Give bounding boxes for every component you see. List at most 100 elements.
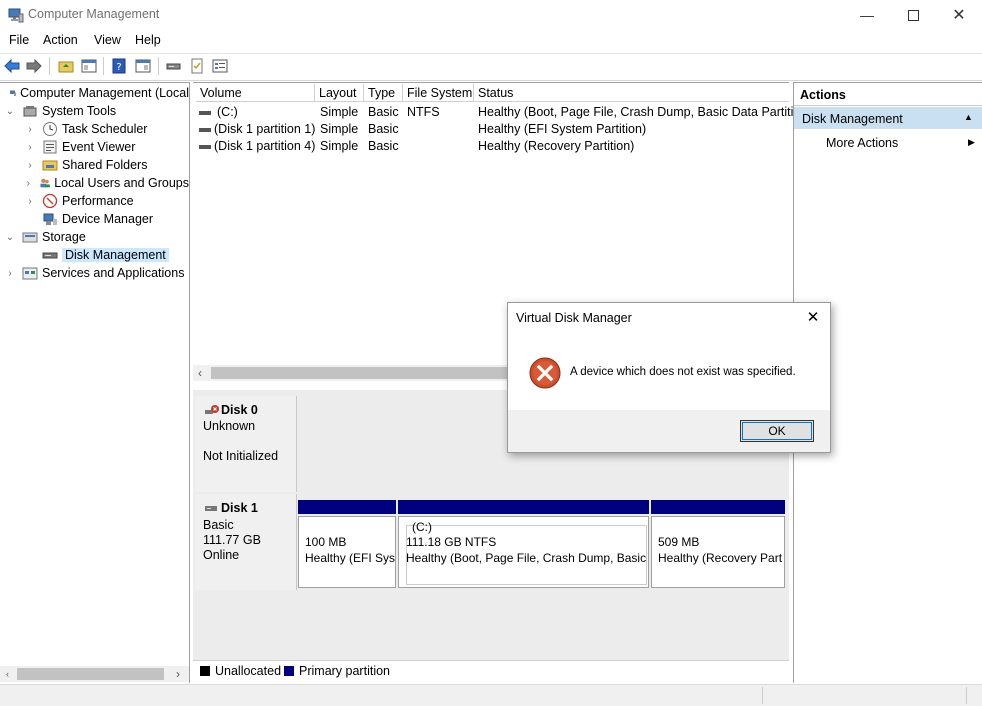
partition-size: 509 MB (658, 535, 700, 549)
volume-drive-icon (199, 145, 211, 149)
col-status[interactable]: Status (474, 84, 789, 102)
table-cell: Healthy (EFI System Partition) (478, 122, 647, 136)
event-viewer-icon (43, 140, 57, 154)
table-cell: Basic (368, 122, 399, 136)
help-button[interactable]: ? (110, 57, 128, 75)
partition-bar (298, 500, 396, 514)
chevron-right-icon[interactable]: › (24, 196, 36, 207)
minimize-button[interactable]: — (844, 0, 890, 30)
maximize-icon (907, 9, 919, 21)
col-type[interactable]: Type (364, 84, 403, 102)
show-hide-tree-button[interactable] (80, 57, 98, 75)
tree-item-label: Services and Applications (42, 266, 185, 280)
tree-item-task-scheduler[interactable]: › Task Scheduler (0, 120, 189, 138)
disk1-partition-recovery[interactable]: 509 MB Healthy (Recovery Part (651, 500, 785, 588)
help-icon: ? (112, 58, 126, 74)
table-cell: Basic (368, 139, 399, 153)
chevron-right-icon[interactable]: › (4, 268, 16, 279)
services-icon (22, 267, 38, 280)
back-button[interactable] (3, 57, 21, 75)
dialog-close-button[interactable]: ✕ (800, 305, 826, 329)
more-actions-label: More Actions (826, 136, 899, 150)
connect-button[interactable] (165, 57, 183, 75)
partition-size: 111.18 GB NTFS (406, 535, 497, 549)
tree-item-event-viewer[interactable]: › Event Viewer (0, 138, 189, 156)
up-folder-button[interactable] (57, 57, 75, 75)
disk1-label[interactable]: Disk 1 Basic 111.77 GB Online (195, 494, 297, 590)
disk0-name: Disk 0 (221, 403, 258, 417)
partition-bar (398, 500, 649, 514)
dialog-title: Virtual Disk Manager (516, 311, 632, 325)
scroll-right-icon: › (176, 667, 180, 681)
error-dialog: Virtual Disk Manager ✕ A device which do… (507, 302, 831, 453)
tree-item-device-manager[interactable]: Device Manager (0, 210, 189, 228)
show-hide-action-pane-button[interactable] (134, 57, 152, 75)
actions-section-disk-management[interactable]: Disk Management ▲ (794, 107, 982, 129)
col-layout[interactable]: Layout (315, 84, 364, 102)
tree-item-services-and-applications[interactable]: › Services and Applications (0, 264, 189, 282)
disk1-name: Disk 1 (221, 501, 258, 515)
properties-button[interactable] (211, 57, 229, 75)
status-bar (0, 684, 982, 706)
disk0-label[interactable]: Disk 0 Unknown Not Initialized (195, 396, 297, 492)
unallocated-swatch (200, 666, 210, 676)
tree-item-performance[interactable]: › Performance (0, 192, 189, 210)
tree-item-shared-folders[interactable]: › Shared Folders (0, 156, 189, 174)
chevron-down-icon[interactable]: ⌄ (4, 232, 16, 243)
error-icon (529, 357, 561, 389)
tree-item-system-tools[interactable]: ⌄ System Tools (0, 102, 189, 120)
tree-scroll-thumb[interactable] (17, 668, 164, 680)
menu-action[interactable]: Action (43, 33, 78, 47)
console-tree: Computer Management (Local ⌄ System Tools ›… (0, 82, 190, 683)
arrow-right-icon (26, 59, 42, 73)
actions-section-label: Disk Management (802, 112, 903, 126)
tree-rows: Computer Management (Local ⌄ System Tools ›… (0, 84, 189, 282)
tree-item-local-users-and-groups[interactable]: › Local Users and Groups (0, 174, 189, 192)
tree-item-label: System Tools (42, 104, 117, 118)
action-pane-icon (135, 59, 151, 73)
maximize-button[interactable] (890, 0, 936, 30)
checklist-icon (191, 58, 203, 74)
tree-item-label: Task Scheduler (62, 122, 148, 136)
table-cell: NTFS (407, 105, 440, 119)
check-button[interactable] (188, 57, 206, 75)
performance-icon (42, 193, 58, 209)
legend-primary: Primary partition (299, 664, 390, 678)
table-cell: Healthy (Recovery Partition) (478, 139, 635, 153)
toolbar-separator (49, 57, 50, 75)
svg-text:?: ? (116, 62, 121, 73)
disk1-partition-efi[interactable]: 100 MB Healthy (EFI Sys (298, 500, 396, 588)
chevron-right-icon[interactable]: › (24, 124, 36, 135)
ok-button[interactable]: OK (740, 420, 814, 442)
more-actions-item[interactable]: More Actions ▶ (794, 133, 982, 153)
disk-error-icon (205, 405, 219, 414)
volume-drive-icon (199, 111, 211, 115)
partition-size: 100 MB (305, 535, 347, 549)
tree-item-computer-management-local[interactable]: Computer Management (Local (0, 84, 189, 102)
chevron-right-icon[interactable]: › (24, 142, 36, 153)
storage-icon (22, 232, 38, 243)
scroll-left-icon: ‹ (6, 669, 9, 679)
tree-item-storage[interactable]: ⌄ Storage (0, 228, 189, 246)
menu-file[interactable]: File (9, 33, 29, 47)
disk0-state: Not Initialized (203, 449, 279, 463)
chevron-right-icon[interactable]: › (24, 160, 36, 171)
tree-horizontal-scrollbar[interactable]: ‹ › (0, 666, 189, 682)
col-volume[interactable]: Volume (196, 84, 315, 102)
menu-help[interactable]: Help (135, 33, 161, 47)
disk0-type: Unknown (203, 419, 256, 433)
tree-item-label: Local Users and Groups (54, 176, 189, 190)
disk1-partition-c[interactable]: (C:) 111.18 GB NTFS Healthy (Boot, Page … (398, 500, 649, 588)
disk-icon (205, 506, 217, 511)
volume-scroll-thumb[interactable] (211, 367, 531, 379)
folder-up-icon (58, 61, 74, 73)
chevron-right-icon[interactable]: › (24, 178, 33, 189)
chevron-down-icon[interactable]: ⌄ (4, 106, 16, 117)
menu-view[interactable]: View (94, 33, 121, 47)
users-icon (40, 178, 50, 188)
tree-item-disk-management[interactable]: Disk Management (0, 246, 189, 264)
col-file-system[interactable]: File System (403, 84, 474, 102)
close-button[interactable]: ✕ (936, 0, 982, 30)
close-icon: ✕ (952, 7, 966, 24)
forward-button[interactable] (25, 57, 43, 75)
